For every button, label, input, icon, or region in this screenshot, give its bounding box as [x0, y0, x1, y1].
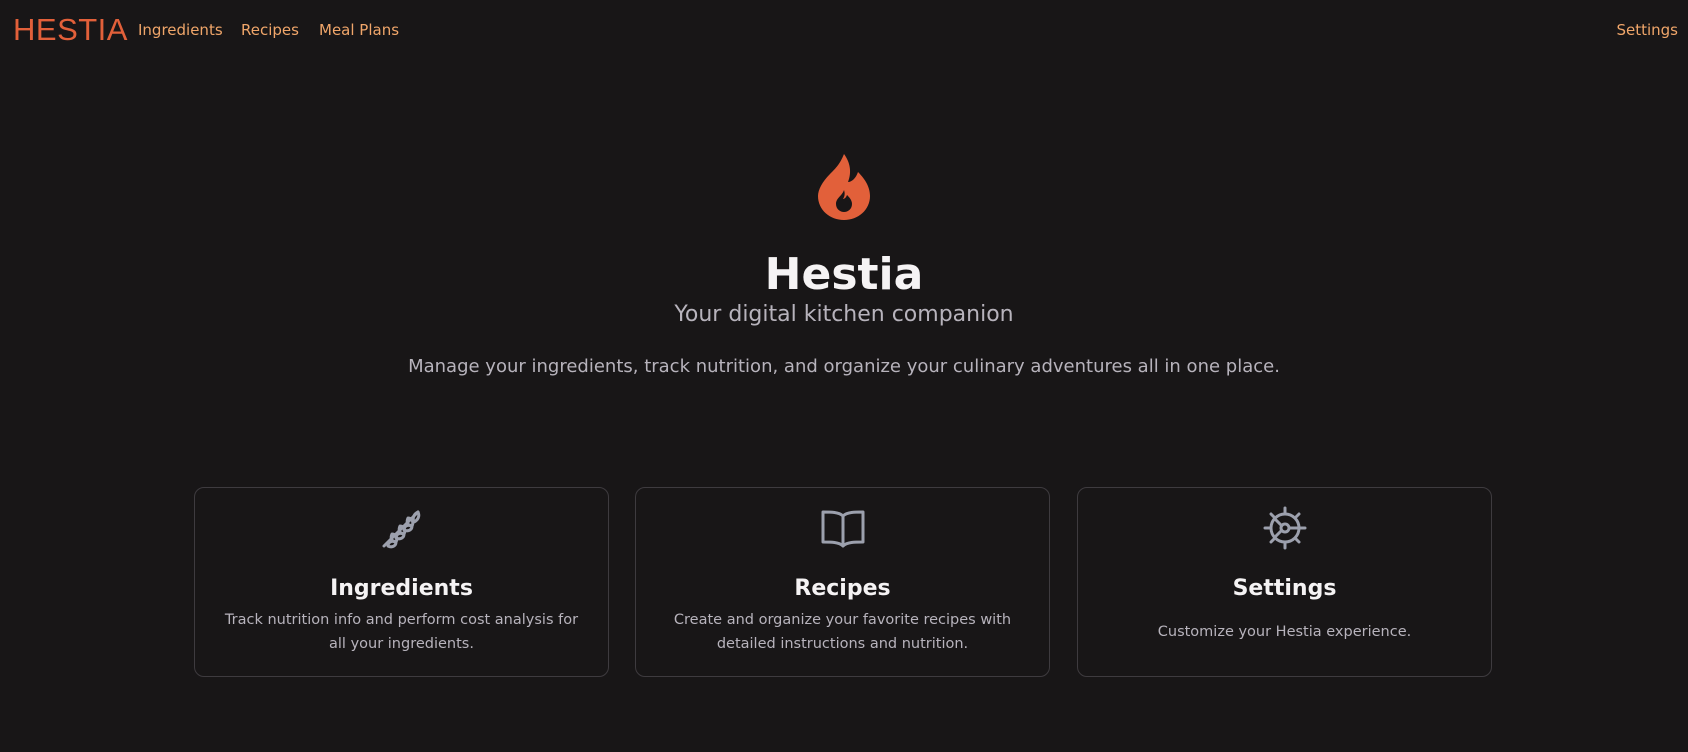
card-description-ingredients: Track nutrition info and perform cost an… [224, 612, 579, 652]
hero-title: Hestia [764, 249, 924, 300]
gear-icon [1263, 506, 1306, 550]
book-open-icon [821, 510, 864, 548]
card-settings[interactable]: Settings Customize your Hestia experienc… [1077, 487, 1492, 677]
top-navbar: HESTIA Ingredients Recipes Meal Plans Se… [0, 0, 1688, 60]
card-description-settings: Customize your Hestia experience. [1157, 624, 1412, 640]
card-title-recipes: Recipes [794, 576, 891, 601]
card-title-settings: Settings [1232, 576, 1337, 601]
card-title-ingredients: Ingredients [330, 576, 473, 601]
hero-section: Hestia Your digital kitchen companion Ma… [0, 140, 1688, 380]
card-description-recipes: Create and organize your favorite recipe… [673, 612, 1012, 652]
hero-description: Manage your ingredients, track nutrition… [408, 356, 1280, 377]
card-recipes[interactable]: Recipes Create and organize your favorit… [635, 487, 1050, 677]
brand-logo-link[interactable]: HESTIA [13, 10, 128, 50]
nav-link-ingredients[interactable]: Ingredients [138, 19, 223, 41]
nav-link-recipes[interactable]: Recipes [241, 19, 299, 41]
home-page: HESTIA Ingredients Recipes Meal Plans Se… [0, 0, 1688, 752]
flame-icon [818, 154, 870, 220]
nav-link-meal-plans[interactable]: Meal Plans [319, 19, 399, 41]
wheat-icon [382, 510, 420, 549]
hero-subtitle: Your digital kitchen companion [674, 302, 1014, 327]
nav-link-settings[interactable]: Settings [1616, 19, 1678, 41]
feature-cards: Ingredients Track nutrition info and per… [194, 487, 1494, 679]
card-ingredients[interactable]: Ingredients Track nutrition info and per… [194, 487, 609, 677]
